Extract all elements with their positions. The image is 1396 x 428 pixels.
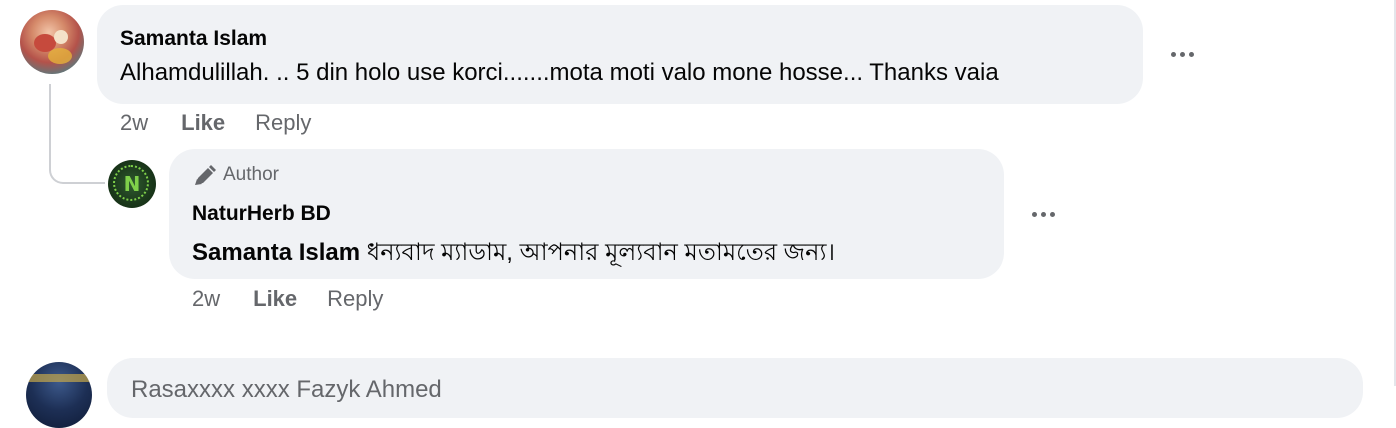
reply-author-name[interactable]: NaturHerb BD xyxy=(192,202,331,226)
pen-icon xyxy=(195,165,216,185)
author-badge: Author xyxy=(193,164,279,186)
comment-timestamp[interactable]: 2w xyxy=(120,110,148,136)
comment-actions: 2w Like Reply xyxy=(120,110,311,136)
more-dot xyxy=(1179,51,1185,57)
mention-link[interactable]: Samanta Islam xyxy=(192,239,360,266)
avatar-image-detail xyxy=(26,374,92,382)
like-button[interactable]: Like xyxy=(181,110,225,136)
reply-timestamp[interactable]: 2w xyxy=(192,286,220,312)
comment-author-name[interactable]: Rasaxxxx xxxx Fazyk Ahmed xyxy=(131,376,442,404)
comment-text: Alhamdulillah. .. 5 din holo use korci..… xyxy=(120,59,999,86)
more-dot xyxy=(1188,51,1194,57)
more-dot xyxy=(1170,51,1176,57)
more-dot xyxy=(1040,211,1046,217)
reply-bubble: Author NaturHerb BD Samanta Islam ধন্যবা… xyxy=(169,149,1004,279)
avatar-image-detail xyxy=(54,30,68,44)
more-dot xyxy=(1031,211,1037,217)
comment-bubble: Samanta Islam Alhamdulillah. .. 5 din ho… xyxy=(97,5,1143,104)
comment-author-name[interactable]: Samanta Islam xyxy=(120,27,267,51)
reply-button[interactable]: Reply xyxy=(327,286,383,312)
like-button[interactable]: Like xyxy=(253,286,297,312)
avatar-samanta-islam[interactable] xyxy=(20,10,84,74)
thread-connector-line xyxy=(49,84,105,184)
reply-button[interactable]: Reply xyxy=(255,110,311,136)
more-options-icon[interactable] xyxy=(1164,42,1200,66)
reply-text: Samanta Islam ধন্যবাদ ম্যাডাম, আপনার মূল… xyxy=(192,234,835,274)
logo-ring xyxy=(113,165,149,201)
avatar-next-commenter[interactable] xyxy=(26,362,92,428)
more-dot xyxy=(1049,211,1055,217)
avatar-naturherb-bd[interactable]: N xyxy=(108,160,156,208)
comment-bubble: Rasaxxxx xxxx Fazyk Ahmed xyxy=(107,358,1363,418)
more-options-icon[interactable] xyxy=(1025,202,1061,226)
reply-actions: 2w Like Reply xyxy=(192,286,383,312)
avatar-image-detail xyxy=(48,48,72,64)
reply-body-text: ধন্যবাদ ম্যাডাম, আপনার মূল্যবান মতামতের … xyxy=(360,239,836,266)
author-badge-label: Author xyxy=(223,164,279,185)
